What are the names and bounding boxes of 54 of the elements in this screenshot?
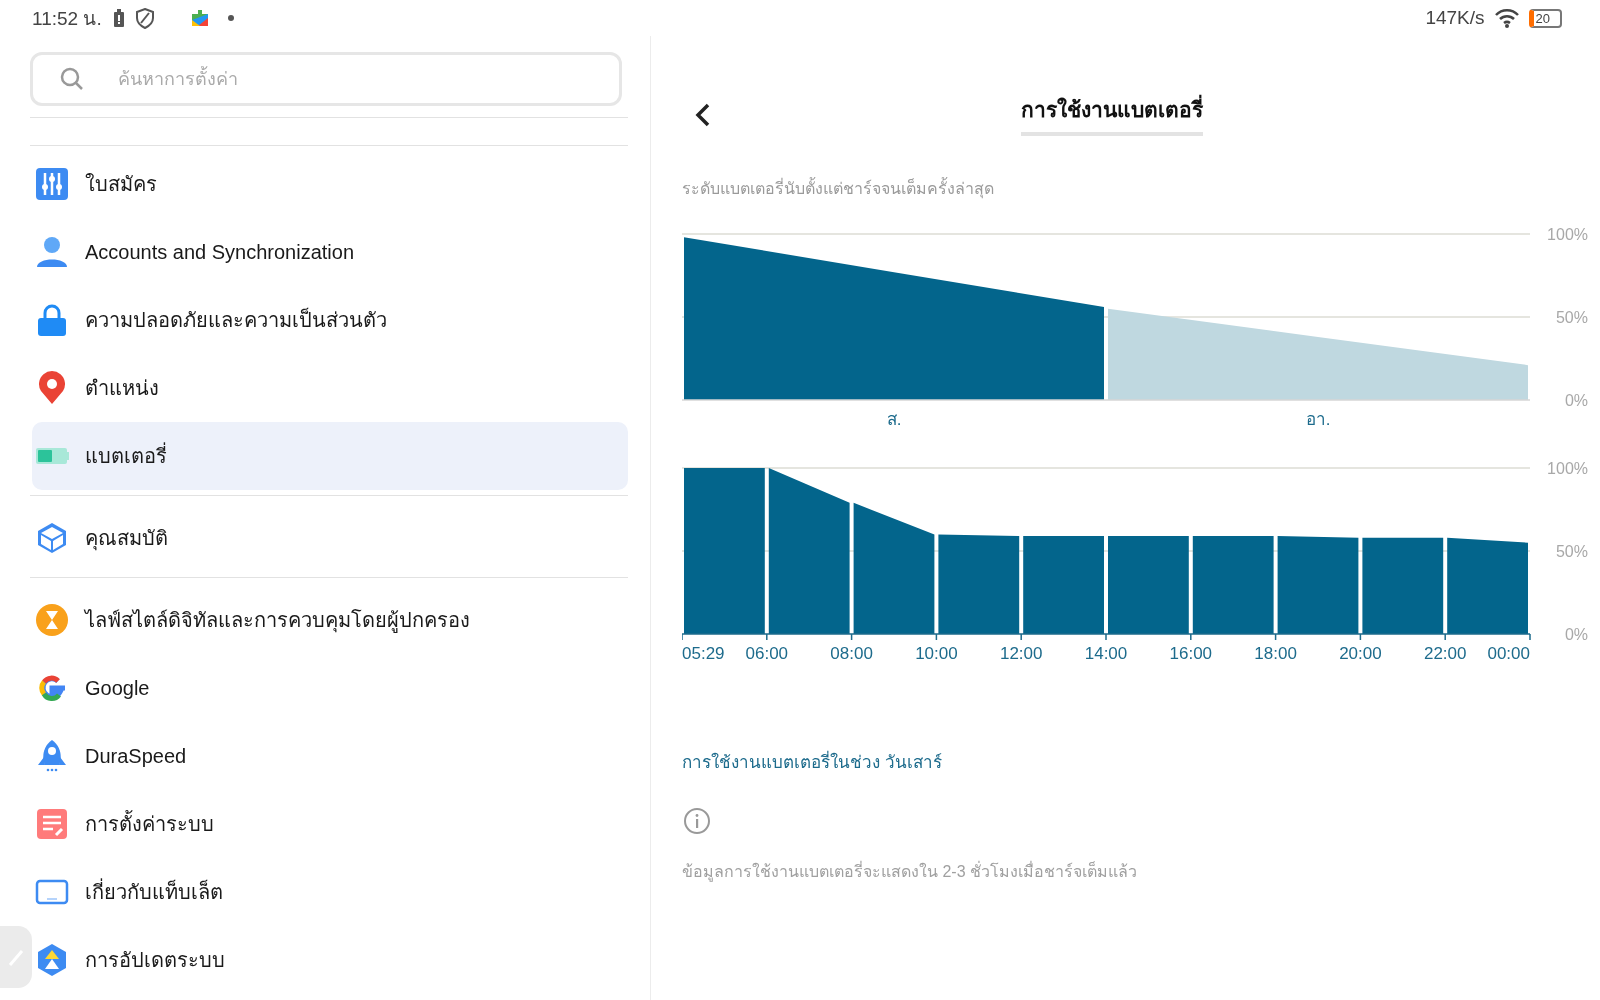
axis-label: 06:00: [745, 644, 789, 663]
wifi-icon: [1494, 8, 1519, 28]
axis-label: 50%: [1555, 543, 1588, 560]
battery-indicator: 20: [1528, 8, 1562, 28]
sliders-icon: [35, 167, 69, 201]
settings-list-icon: [35, 807, 69, 841]
axis-label: 12:00: [999, 644, 1043, 663]
sidebar-item[interactable]: ความปลอดภัยและความเป็นส่วนตัว: [32, 286, 628, 354]
hourglass-icon: [35, 603, 69, 637]
chart-caption: ระดับแบตเตอรี่นับตั้งแต่ชาร์จจนเต็มครั้งล่าสุด: [682, 176, 1600, 201]
network-speed: 147K/s: [1425, 7, 1485, 29]
person-icon: [35, 235, 69, 269]
rocket-icon: [35, 739, 69, 773]
sidebar-item[interactable]: การอัปเดตระบบ: [32, 926, 628, 994]
sidebar-item[interactable]: ไลฟ์สไตล์ดิจิทัลและการควบคุมโดยผู้ปกครอง: [32, 586, 628, 654]
axis-label: 20:00: [1339, 644, 1382, 663]
puzzle-icon: [189, 8, 210, 28]
axis-label: 14:00: [1084, 644, 1128, 663]
padlock-icon: [35, 303, 69, 337]
axis-label: 22:00: [1423, 644, 1467, 663]
sidebar-item[interactable]: เกี่ยวกับแท็บเล็ต: [32, 858, 628, 926]
sidebar-item[interactable]: คุณสมบัติ: [32, 504, 628, 572]
period-link[interactable]: การใช้งานแบตเตอรี่ในช่วง วันเสาร์: [682, 748, 942, 775]
sidebar-item[interactable]: Accounts and Synchronization: [32, 218, 628, 286]
cube-icon: [35, 521, 69, 555]
battery-alert-icon: [111, 9, 126, 27]
search-icon: [60, 67, 83, 90]
status-time: 11:52 น.: [32, 7, 102, 31]
axis-label: 100%: [1547, 460, 1588, 477]
axis-label: 10:00: [915, 644, 958, 663]
axis-label: 18:00: [1254, 644, 1297, 663]
sidebar-item[interactable]: แบตเตอรี่: [32, 422, 628, 490]
info-text: ข้อมูลการใช้งานแบตเตอรี่จะแสดงใน 2-3 ชั่วโมงเมื่อชาร์จเต็มแล้ว: [682, 860, 1138, 884]
shield-icon: [135, 7, 154, 29]
update-arrow-icon: [35, 943, 69, 977]
page-title: การใช้งานแบตเตอรี่: [1021, 93, 1203, 136]
info-icon: [683, 807, 711, 835]
axis-label: 0%: [1564, 626, 1588, 643]
sidebar-item[interactable]: ตำแหน่ง: [32, 354, 628, 422]
sidebar-item[interactable]: การตั้งค่าระบบ: [32, 790, 628, 858]
axis-label: 08:00: [830, 644, 873, 663]
axis-label: 50%: [1555, 309, 1588, 326]
notification-dot-icon: [227, 15, 234, 21]
sidebar-item[interactable]: Google: [32, 654, 628, 722]
axis-label: 16:00: [1169, 644, 1213, 663]
axis-label: 05:29: [682, 644, 725, 663]
sidebar-item[interactable]: ใบสมัคร: [32, 150, 628, 218]
axis-label: 100%: [1547, 226, 1588, 243]
axis-label: 0%: [1564, 392, 1588, 409]
axis-label: ส.: [886, 410, 902, 429]
axis-label: 00:00: [1487, 644, 1530, 663]
sidebar-item[interactable]: DuraSpeed: [32, 722, 628, 790]
axis-label: อา.: [1305, 410, 1331, 429]
search-field[interactable]: ค้นหาการตั้งค่า: [30, 52, 622, 106]
